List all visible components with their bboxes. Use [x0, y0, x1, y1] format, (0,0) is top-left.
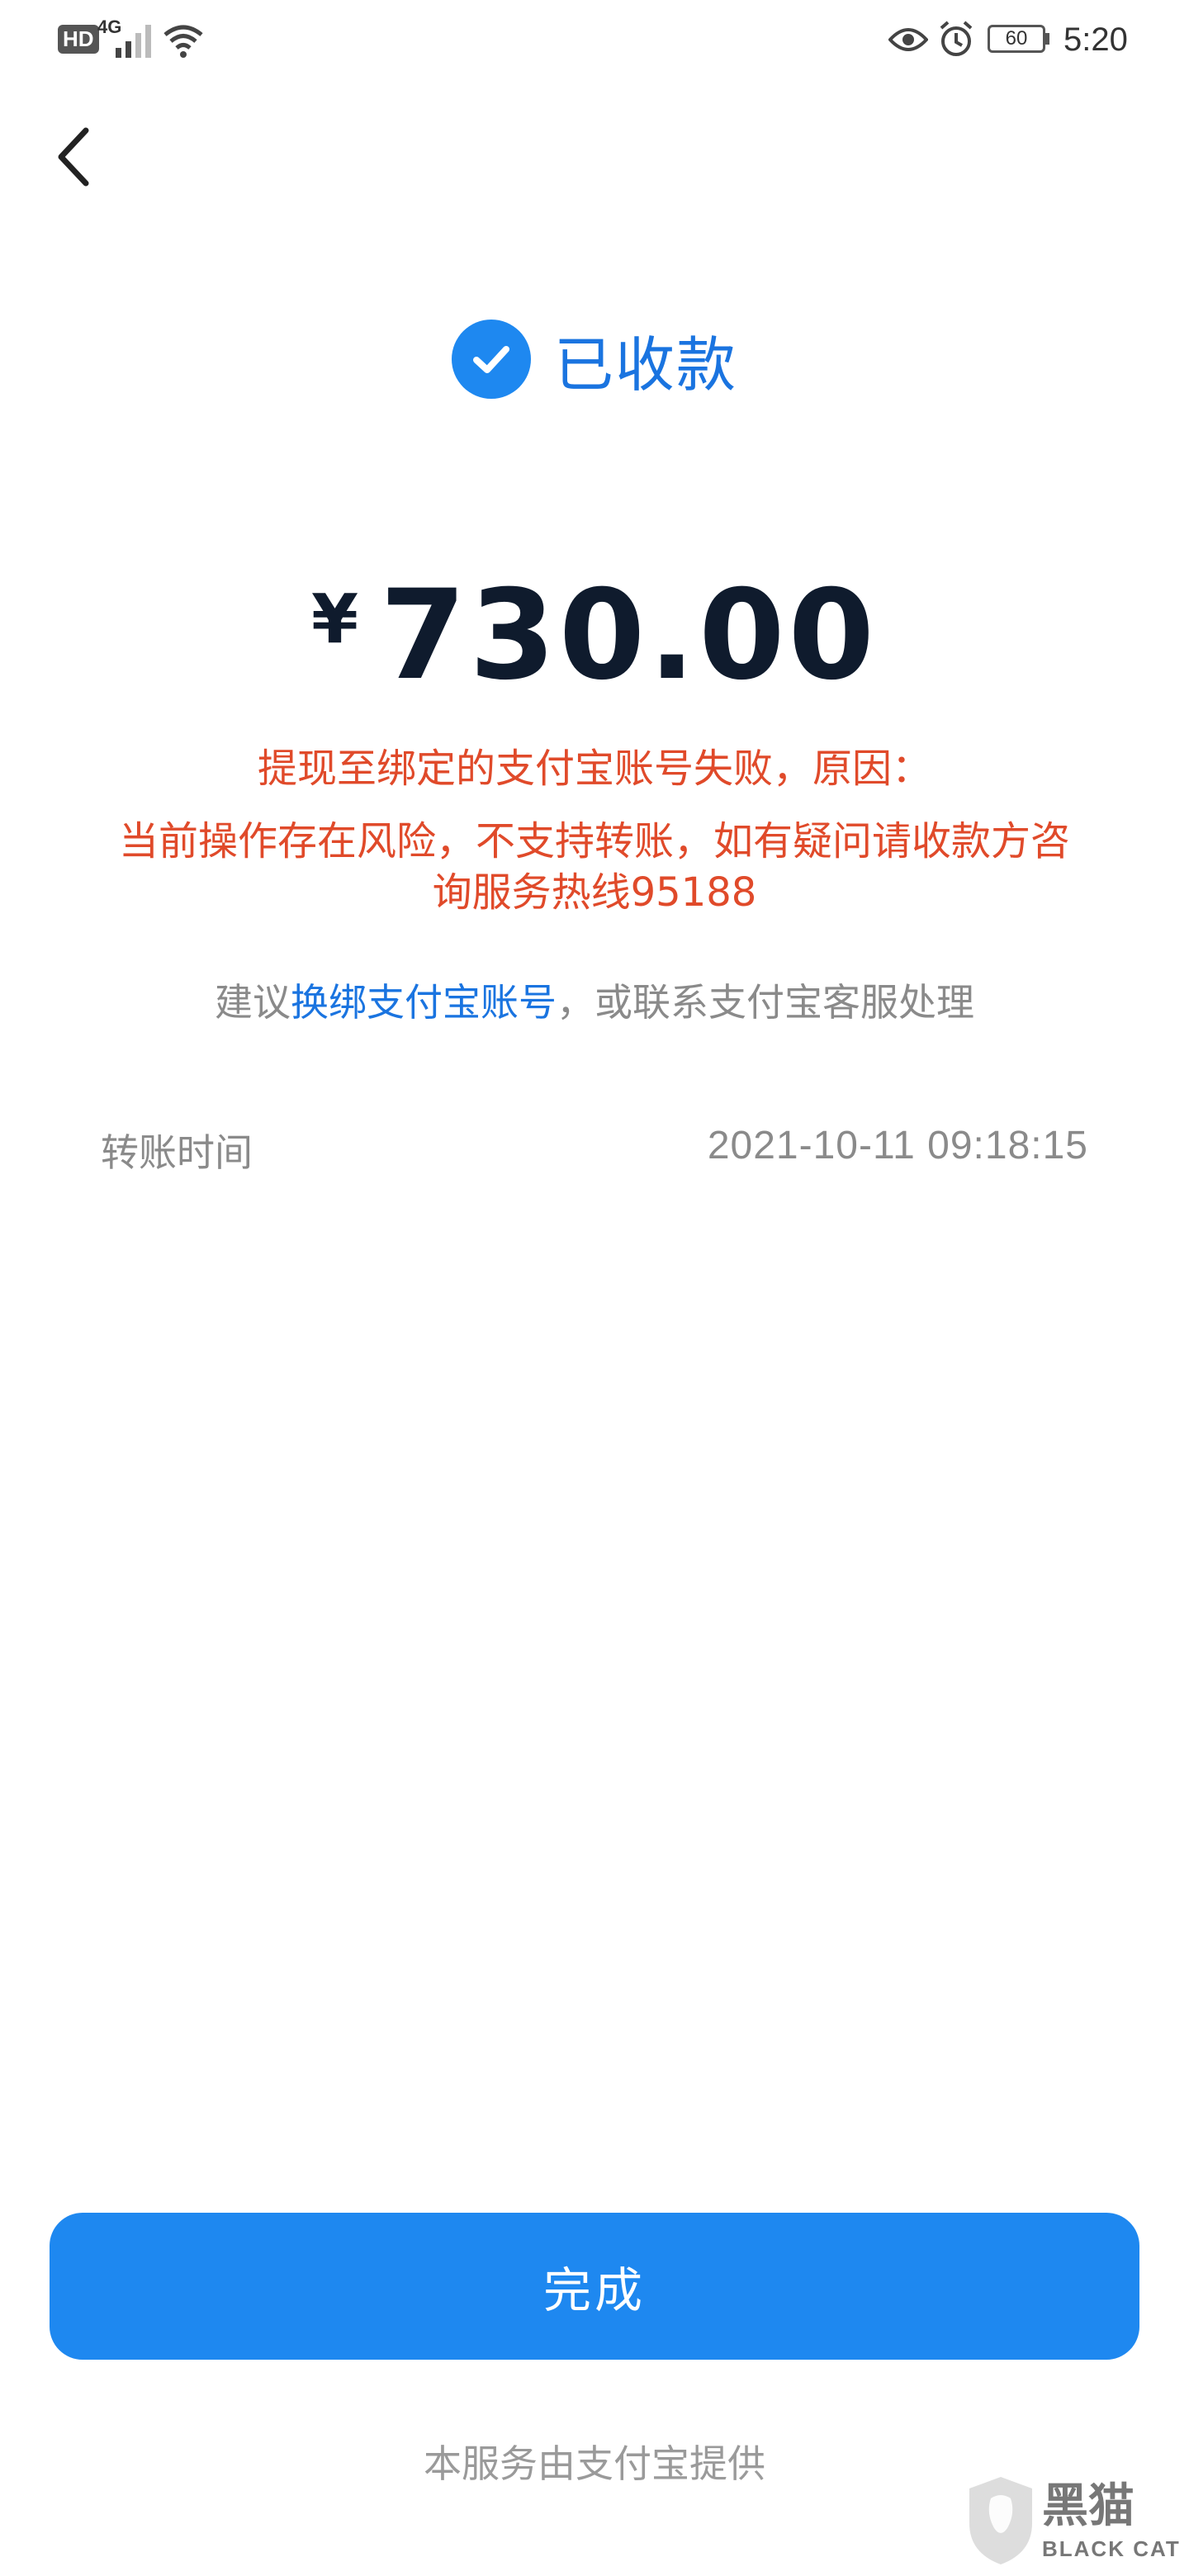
suggestion-suffix: ，或联系支付宝客服处理 — [557, 980, 974, 1025]
wifi-icon — [163, 25, 203, 58]
transfer-time-label: 转账时间 — [101, 1130, 253, 1175]
suggestion-text: 建议换绑支付宝账号，或联系支付宝客服处理 — [50, 973, 1139, 1027]
check-circle-icon — [451, 320, 531, 399]
error-message: 提现至绑定的支付宝账号失败，原因： 当前操作存在风险，不支持转账，如有疑问请收款… — [50, 743, 1139, 918]
amount-display: ¥ 730.00 — [0, 564, 1189, 708]
battery-icon: 60 — [988, 25, 1045, 53]
battery-level: 60 — [1005, 27, 1028, 50]
watermark-en: BLACK CAT — [1042, 2536, 1181, 2561]
watermark-cn: 黑猫 — [1042, 2479, 1135, 2533]
alarm-icon — [940, 21, 973, 56]
currency-symbol: ¥ — [311, 580, 359, 659]
status-header: 已收款 — [0, 310, 1189, 409]
back-button[interactable] — [46, 124, 112, 190]
rebind-account-link[interactable]: 换绑支付宝账号 — [291, 980, 557, 1025]
suggestion-prefix: 建议 — [215, 980, 291, 1025]
amount-value: 730.00 — [380, 564, 878, 708]
battery-tip — [1045, 33, 1049, 45]
transfer-time-value: 2021-10-11 09:18:15 — [707, 1124, 1088, 1167]
done-button-label: 完成 — [542, 2262, 646, 2318]
status-bar: HD 4G 60 5:20 — [0, 0, 1189, 83]
error-line: 当前操作存在风险，不支持转账，如有疑问请收款方咨 — [118, 818, 1070, 864]
black-cat-logo-icon — [969, 2477, 1032, 2564]
hd-indicator: HD — [58, 25, 99, 54]
done-button[interactable]: 完成 — [50, 2213, 1139, 2360]
clock: 5:20 — [1063, 21, 1128, 58]
chevron-left-icon — [58, 127, 89, 187]
error-line: 询服务热线95188 — [432, 869, 757, 916]
signal-icon — [116, 25, 151, 58]
status-title: 已收款 — [553, 329, 737, 400]
error-line: 提现至绑定的支付宝账号失败，原因： — [257, 746, 931, 792]
eye-icon — [888, 28, 928, 51]
